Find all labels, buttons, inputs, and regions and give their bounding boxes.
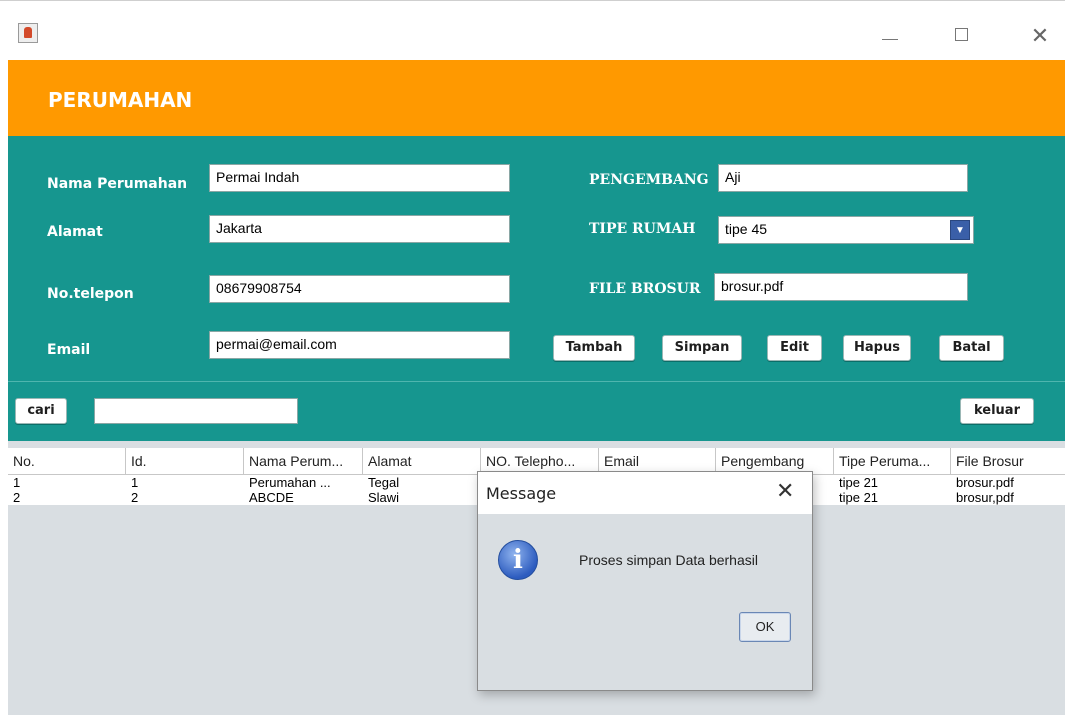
table-cell: tipe 21 bbox=[839, 490, 879, 505]
table-cell: brosur,pdf bbox=[956, 490, 1014, 505]
alamat-label: Alamat bbox=[47, 224, 103, 240]
column-header[interactable]: Id. bbox=[126, 448, 244, 474]
keluar-button[interactable]: keluar bbox=[960, 398, 1034, 424]
file-brosur-field[interactable]: brosur.pdf bbox=[714, 273, 968, 301]
header-banner: PERUMAHAN bbox=[8, 60, 1065, 136]
window-titlebar: ✕ bbox=[0, 0, 1065, 60]
close-icon[interactable]: ✕ bbox=[776, 479, 794, 504]
nama-perumahan-label: Nama Perumahan bbox=[47, 176, 188, 192]
search-input[interactable] bbox=[94, 398, 298, 424]
table-cell: Tegal bbox=[368, 475, 400, 490]
tipe-rumah-label: TIPE RUMAH bbox=[589, 221, 696, 237]
email-field[interactable]: permai@email.com bbox=[209, 331, 510, 359]
chevron-down-icon[interactable]: ▼ bbox=[950, 220, 970, 240]
table-cell: 2 bbox=[131, 490, 139, 505]
hapus-button[interactable]: Hapus bbox=[843, 335, 911, 361]
column-header[interactable]: No. bbox=[8, 448, 126, 474]
tipe-rumah-select[interactable]: tipe 45 ▼ bbox=[718, 216, 974, 244]
simpan-button[interactable]: Simpan bbox=[662, 335, 742, 361]
table-cell: 1 bbox=[13, 475, 21, 490]
tipe-rumah-value: tipe 45 bbox=[725, 221, 768, 237]
pengembang-label: PENGEMBANG bbox=[589, 172, 709, 188]
tambah-button[interactable]: Tambah bbox=[553, 335, 635, 361]
column-header[interactable]: File Brosur bbox=[951, 448, 1065, 474]
file-brosur-label: FILE BROSUR bbox=[589, 281, 701, 297]
dialog-title: Message bbox=[486, 484, 557, 503]
table-cell: tipe 21 bbox=[839, 475, 879, 490]
dialog-message: Proses simpan Data berhasil bbox=[579, 552, 758, 568]
table-cell: Slawi bbox=[368, 490, 400, 505]
edit-button[interactable]: Edit bbox=[767, 335, 822, 361]
form-panel: Nama Perumahan Permai Indah Alamat Jakar… bbox=[8, 136, 1065, 381]
table-cell: 2 bbox=[13, 490, 21, 505]
column-header[interactable]: Alamat bbox=[363, 448, 481, 474]
dialog-titlebar: Message ✕ bbox=[478, 472, 812, 514]
column-header[interactable]: Tipe Peruma... bbox=[834, 448, 951, 474]
search-bar: cari keluar bbox=[8, 381, 1065, 441]
telepon-field[interactable]: 08679908754 bbox=[209, 275, 510, 303]
table-cell: ABCDE bbox=[249, 490, 294, 505]
page-title: PERUMAHAN bbox=[48, 88, 193, 112]
column-header[interactable]: Nama Perum... bbox=[244, 448, 363, 474]
ok-button[interactable]: OK bbox=[739, 612, 791, 642]
table-cell: Perumahan ... bbox=[249, 475, 331, 490]
batal-button[interactable]: Batal bbox=[939, 335, 1004, 361]
info-icon: i bbox=[498, 540, 538, 580]
close-icon[interactable]: ✕ bbox=[1026, 23, 1054, 51]
minimize-icon[interactable] bbox=[870, 23, 910, 51]
table-cell: brosur.pdf bbox=[956, 475, 1014, 490]
table-cell: 1 bbox=[131, 475, 139, 490]
message-dialog: Message ✕ i Proses simpan Data berhasil … bbox=[477, 471, 813, 691]
maximize-icon[interactable] bbox=[949, 23, 977, 51]
cari-button[interactable]: cari bbox=[15, 398, 67, 424]
alamat-field[interactable]: Jakarta bbox=[209, 215, 510, 243]
nama-perumahan-field[interactable]: Permai Indah bbox=[209, 164, 510, 192]
telepon-label: No.telepon bbox=[47, 286, 134, 302]
email-label: Email bbox=[47, 342, 91, 358]
java-cup-icon bbox=[18, 23, 38, 43]
pengembang-field[interactable]: Aji bbox=[718, 164, 968, 192]
